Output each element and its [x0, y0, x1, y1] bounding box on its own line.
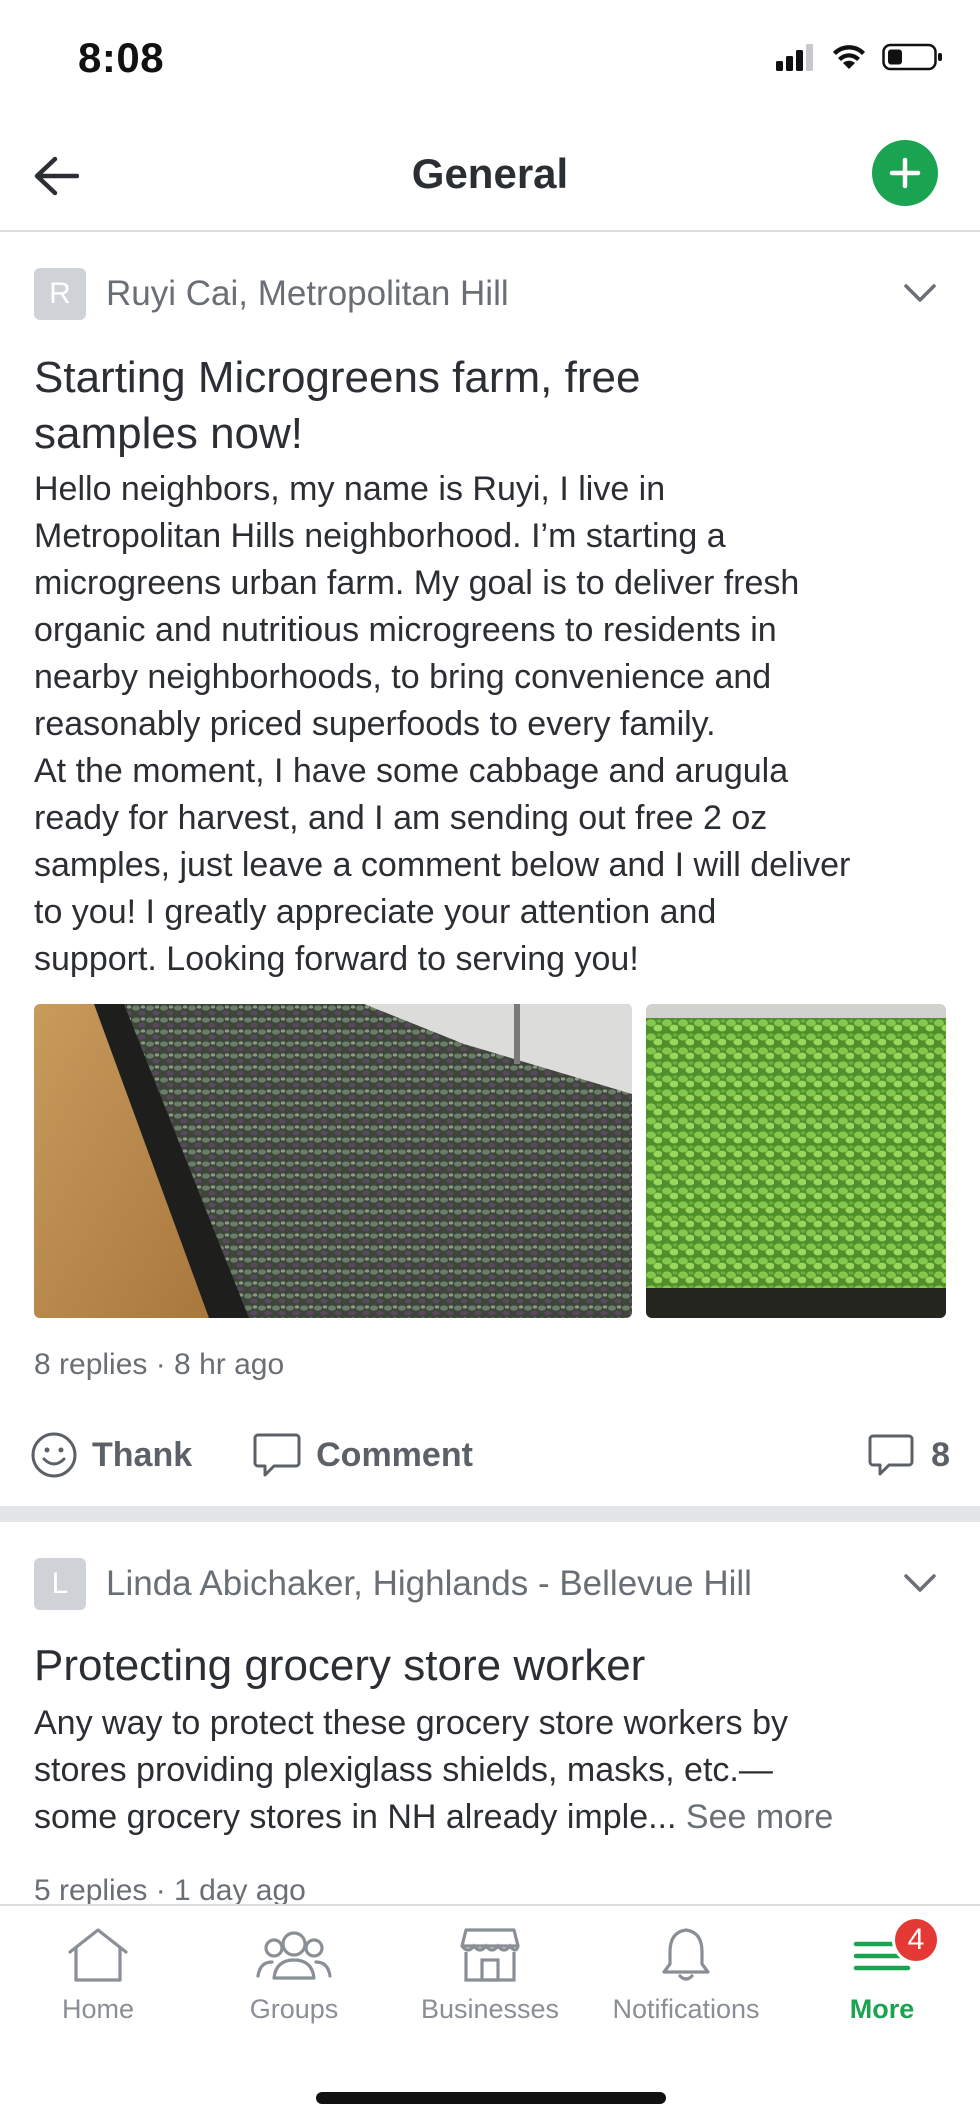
- see-more-link[interactable]: See more: [686, 1798, 833, 1836]
- chevron-down-icon[interactable]: [900, 1568, 940, 1598]
- post-author-row[interactable]: R Ruyi Cai, Metropolitan Hill: [34, 268, 509, 320]
- plus-icon: [889, 157, 921, 189]
- cellular-signal-icon: [776, 44, 813, 71]
- post-title-line: Starting Microgreens farm, free: [34, 353, 641, 402]
- chevron-down-icon[interactable]: [900, 278, 940, 308]
- page-title: General: [411, 150, 569, 197]
- thank-label: Thank: [92, 1435, 193, 1474]
- microgreens-photo-purple: [34, 1004, 632, 1318]
- smile-icon: [31, 1432, 77, 1478]
- status-time: 8:08: [78, 34, 165, 81]
- tab-home[interactable]: Home: [0, 1906, 196, 2046]
- avatar[interactable]: R: [34, 268, 86, 320]
- microgreens-photo-green: [646, 1004, 946, 1318]
- comment-button[interactable]: Comment: [252, 1431, 473, 1479]
- author-name[interactable]: Linda Abichaker, Highlands - Bellevue Hi…: [106, 1564, 752, 1604]
- comment-label: Comment: [316, 1435, 473, 1474]
- tab-label: Notifications: [612, 1994, 760, 2024]
- post-meta[interactable]: 8 replies · 8 hr ago: [34, 1348, 284, 1382]
- tab-label: Businesses: [420, 1994, 560, 2024]
- post-author-row[interactable]: L Linda Abichaker, Highlands - Bellevue …: [34, 1558, 752, 1610]
- post-photo[interactable]: [646, 1004, 946, 1318]
- post-body: Any way to protect these grocery store w…: [34, 1700, 954, 1841]
- avatar[interactable]: L: [34, 1558, 86, 1610]
- tab-label: More: [849, 1994, 915, 2024]
- post-meta[interactable]: 5 replies · 1 day ago: [34, 1874, 306, 1908]
- post-actions: Thank Comment 8: [30, 1420, 950, 1490]
- post-divider: [0, 1506, 980, 1522]
- tab-label: Groups: [249, 1994, 339, 2024]
- tab-businesses[interactable]: Businesses: [392, 1906, 588, 2046]
- add-post-button[interactable]: [872, 140, 938, 206]
- tab-label: Home: [61, 1994, 135, 2024]
- post-body: Hello neighbors, my name is Ruyi, I live…: [34, 470, 851, 978]
- post-body-text: Any way to protect these grocery store w…: [34, 1704, 788, 1836]
- groups-icon: [256, 1931, 332, 1980]
- status-bar: 8:08: [0, 0, 980, 120]
- home-icon: [68, 1928, 128, 1982]
- bell-icon: [662, 1928, 710, 1981]
- post-title-line: samples now!: [34, 409, 304, 458]
- post-images: [34, 1004, 946, 1318]
- author-name[interactable]: Ruyi Cai, Metropolitan Hill: [106, 274, 509, 314]
- comment-count-icon: [868, 1434, 914, 1476]
- home-indicator[interactable]: [316, 2092, 666, 2104]
- notification-badge: 4: [892, 1916, 940, 1964]
- post-title[interactable]: Protecting grocery store worker: [34, 1638, 934, 1694]
- battery-icon: [882, 43, 942, 71]
- post-title[interactable]: Starting Microgreens farm, free samples …: [34, 350, 934, 462]
- reply-count-button[interactable]: 8: [867, 1432, 950, 1478]
- tab-notifications[interactable]: Notifications: [588, 1906, 784, 2046]
- wifi-icon: [833, 45, 865, 69]
- thank-button[interactable]: Thank: [30, 1431, 192, 1479]
- storefront-icon: [460, 1928, 520, 1982]
- post-photo[interactable]: [34, 1004, 632, 1318]
- reply-count: 8: [931, 1435, 950, 1474]
- comment-icon: [253, 1433, 301, 1477]
- status-icons: [776, 42, 944, 72]
- tab-more[interactable]: 4 More: [784, 1906, 980, 2046]
- tab-groups[interactable]: Groups: [196, 1906, 392, 2046]
- bottom-tab-bar: Home Groups Businesses Notifications 4 M…: [0, 1904, 980, 2122]
- nav-header: General: [0, 120, 980, 232]
